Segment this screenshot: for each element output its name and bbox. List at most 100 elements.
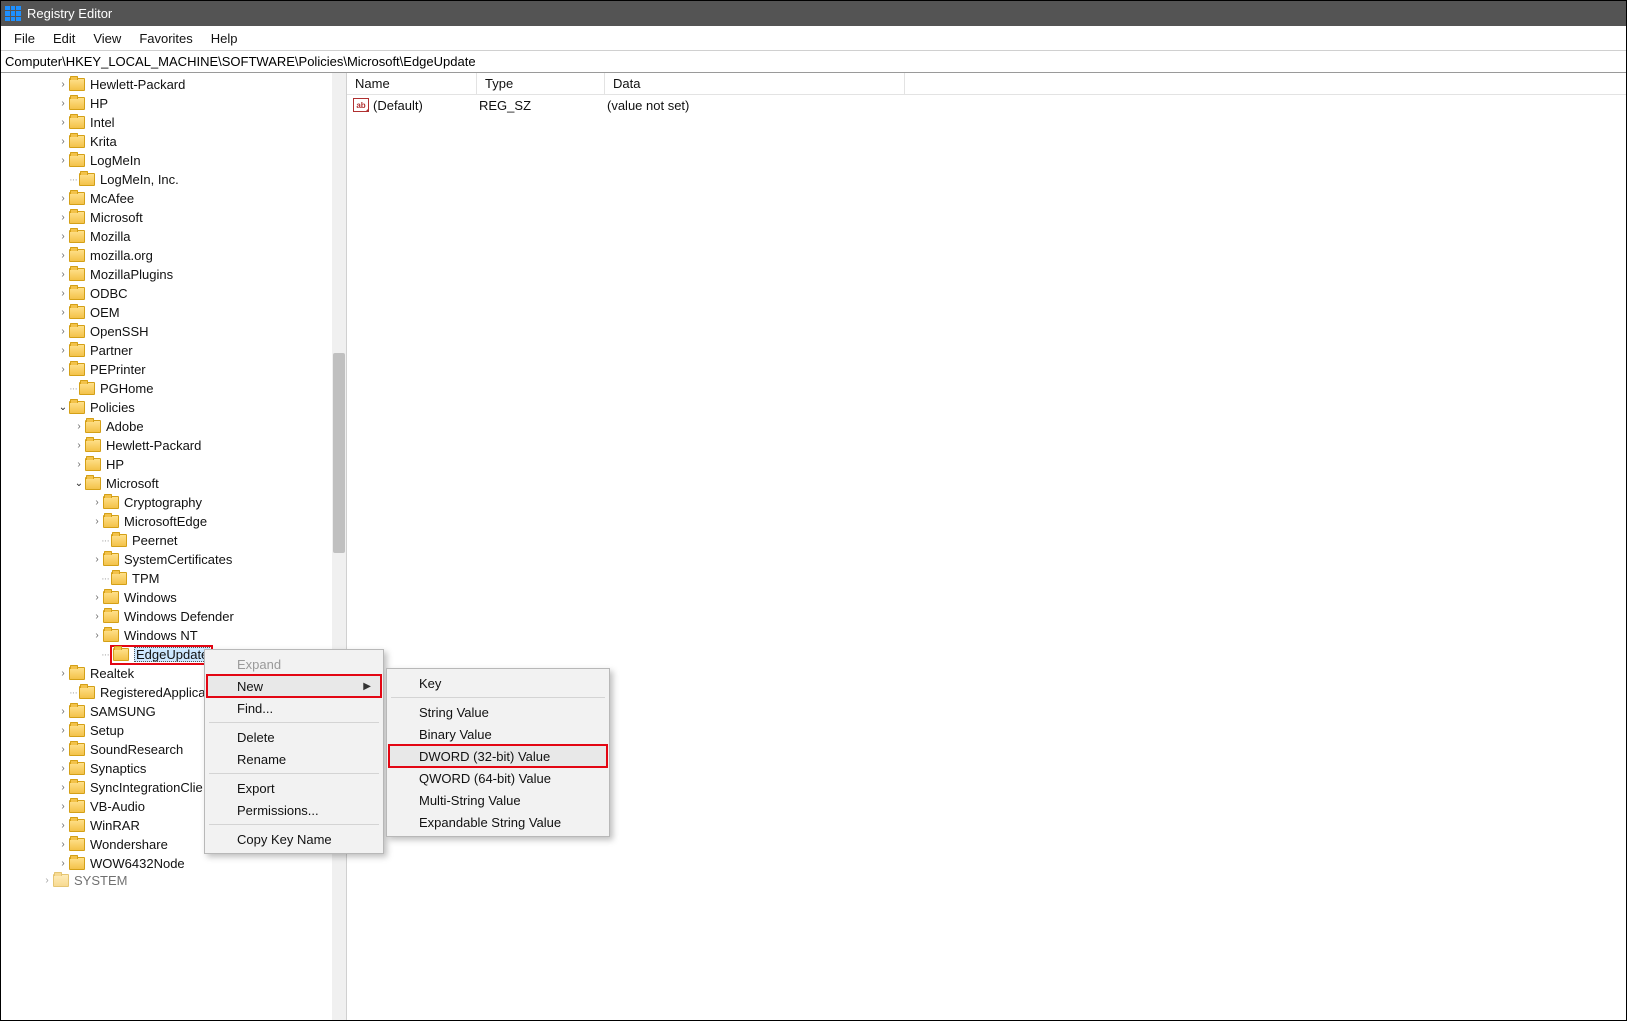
chevron-right-icon[interactable]: › — [57, 307, 69, 318]
tree-item-windows-defender[interactable]: ›Windows Defender — [1, 607, 346, 626]
tree-item-logmein-inc[interactable]: ›···LogMeIn, Inc. — [1, 170, 346, 189]
chevron-down-icon[interactable]: ⌄ — [57, 402, 69, 413]
chevron-right-icon[interactable]: › — [57, 668, 69, 679]
tree-item-mozilla[interactable]: ›Mozilla — [1, 227, 346, 246]
chevron-right-icon[interactable]: › — [57, 744, 69, 755]
chevron-right-icon[interactable]: › — [91, 611, 103, 622]
tree-item-peernet[interactable]: ›···Peernet — [1, 531, 346, 550]
folder-icon — [69, 325, 85, 338]
ctx-new-dword[interactable]: DWORD (32-bit) Value — [389, 745, 607, 767]
column-header-name[interactable]: Name — [347, 73, 477, 94]
tree-item-mozilla-org[interactable]: ›mozilla.org — [1, 246, 346, 265]
tree-item-windows[interactable]: ›Windows — [1, 588, 346, 607]
chevron-right-icon[interactable]: › — [57, 706, 69, 717]
tree-scrollbar[interactable] — [332, 73, 346, 1020]
chevron-right-icon[interactable]: › — [91, 554, 103, 565]
ctx-permissions[interactable]: Permissions... — [207, 799, 381, 821]
tree-item-policies[interactable]: ⌄Policies — [1, 398, 346, 417]
chevron-right-icon[interactable]: › — [73, 440, 85, 451]
menu-help[interactable]: Help — [202, 28, 247, 49]
chevron-right-icon[interactable]: › — [57, 345, 69, 356]
chevron-right-icon[interactable]: › — [57, 98, 69, 109]
tree-item-system[interactable]: ›SYSTEM — [1, 873, 346, 887]
tree-item-hewlett-packard[interactable]: ›Hewlett-Packard — [1, 75, 346, 94]
chevron-right-icon[interactable]: › — [57, 193, 69, 204]
tree-item-openssh[interactable]: ›OpenSSH — [1, 322, 346, 341]
chevron-right-icon[interactable]: › — [57, 288, 69, 299]
ctx-new-binary[interactable]: Binary Value — [389, 723, 607, 745]
tree-item-partner[interactable]: ›Partner — [1, 341, 346, 360]
folder-icon — [69, 249, 85, 262]
tree-item-policies-hp[interactable]: ›HP — [1, 455, 346, 474]
chevron-right-icon[interactable]: › — [57, 763, 69, 774]
chevron-right-icon[interactable]: › — [57, 155, 69, 166]
tree-item-hp[interactable]: ›HP — [1, 94, 346, 113]
chevron-right-icon[interactable]: › — [57, 231, 69, 242]
tree-item-wow6432node[interactable]: ›WOW6432Node — [1, 854, 346, 873]
tree-item-krita[interactable]: ›Krita — [1, 132, 346, 151]
ctx-export[interactable]: Export — [207, 777, 381, 799]
ctx-find[interactable]: Find... — [207, 697, 381, 719]
column-header-data[interactable]: Data — [605, 73, 905, 94]
chevron-right-icon[interactable]: › — [91, 497, 103, 508]
tree-item-mcafee[interactable]: ›McAfee — [1, 189, 346, 208]
tree-item-policies-adobe[interactable]: ›Adobe — [1, 417, 346, 436]
chevron-right-icon[interactable]: › — [57, 326, 69, 337]
ctx-new-string[interactable]: String Value — [389, 701, 607, 723]
tree-item-microsoftedge[interactable]: ›MicrosoftEdge — [1, 512, 346, 531]
tree-item-mozillaplugins[interactable]: ›MozillaPlugins — [1, 265, 346, 284]
ctx-new[interactable]: New ▶ — [207, 675, 381, 697]
tree-item-peprinter[interactable]: ›PEPrinter — [1, 360, 346, 379]
menu-view[interactable]: View — [84, 28, 130, 49]
separator — [391, 697, 605, 698]
chevron-right-icon[interactable]: › — [57, 364, 69, 375]
chevron-right-icon[interactable]: › — [57, 839, 69, 850]
tree-item-odbc[interactable]: ›ODBC — [1, 284, 346, 303]
column-header-type[interactable]: Type — [477, 73, 605, 94]
tree-item-tpm[interactable]: ›···TPM — [1, 569, 346, 588]
chevron-right-icon[interactable]: › — [57, 782, 69, 793]
chevron-right-icon[interactable]: › — [57, 858, 69, 869]
value-data: (value not set) — [607, 98, 689, 113]
value-row-default[interactable]: ab (Default) REG_SZ (value not set) — [347, 95, 1626, 115]
chevron-right-icon[interactable]: › — [57, 725, 69, 736]
menu-file[interactable]: File — [5, 28, 44, 49]
tree-item-oem[interactable]: ›OEM — [1, 303, 346, 322]
chevron-right-icon[interactable]: › — [41, 875, 53, 886]
chevron-right-icon[interactable]: › — [73, 459, 85, 470]
chevron-down-icon[interactable]: ⌄ — [73, 478, 85, 489]
ctx-rename[interactable]: Rename — [207, 748, 381, 770]
menu-edit[interactable]: Edit — [44, 28, 84, 49]
tree-item-microsoft[interactable]: ›Microsoft — [1, 208, 346, 227]
ctx-copy-key-name[interactable]: Copy Key Name — [207, 828, 381, 850]
chevron-right-icon[interactable]: › — [91, 516, 103, 527]
chevron-right-icon[interactable]: › — [57, 79, 69, 90]
chevron-right-icon[interactable]: › — [91, 630, 103, 641]
ctx-new-expandstring[interactable]: Expandable String Value — [389, 811, 607, 833]
tree-item-policies-microsoft[interactable]: ⌄Microsoft — [1, 474, 346, 493]
ctx-new-key[interactable]: Key — [389, 672, 607, 694]
tree-item-cryptography[interactable]: ›Cryptography — [1, 493, 346, 512]
chevron-right-icon[interactable]: › — [57, 212, 69, 223]
chevron-right-icon[interactable]: › — [73, 421, 85, 432]
tree-item-intel[interactable]: ›Intel — [1, 113, 346, 132]
chevron-right-icon[interactable]: › — [57, 136, 69, 147]
ctx-delete[interactable]: Delete — [207, 726, 381, 748]
ctx-new-qword[interactable]: QWORD (64-bit) Value — [389, 767, 607, 789]
tree-item-policies-hewlett[interactable]: ›Hewlett-Packard — [1, 436, 346, 455]
tree-item-pghome[interactable]: ›···PGHome — [1, 379, 346, 398]
ctx-new-multistring[interactable]: Multi-String Value — [389, 789, 607, 811]
scrollbar-thumb[interactable] — [333, 353, 345, 553]
chevron-right-icon[interactable]: › — [57, 250, 69, 261]
tree-item-systemcertificates[interactable]: ›SystemCertificates — [1, 550, 346, 569]
folder-icon — [69, 154, 85, 167]
chevron-right-icon[interactable]: › — [57, 117, 69, 128]
tree-item-logmein[interactable]: ›LogMeIn — [1, 151, 346, 170]
chevron-right-icon[interactable]: › — [91, 592, 103, 603]
chevron-right-icon[interactable]: › — [57, 801, 69, 812]
menu-favorites[interactable]: Favorites — [130, 28, 201, 49]
chevron-right-icon[interactable]: › — [57, 269, 69, 280]
address-input[interactable] — [5, 54, 1626, 69]
tree-item-windows-nt[interactable]: ›Windows NT — [1, 626, 346, 645]
chevron-right-icon[interactable]: › — [57, 820, 69, 831]
